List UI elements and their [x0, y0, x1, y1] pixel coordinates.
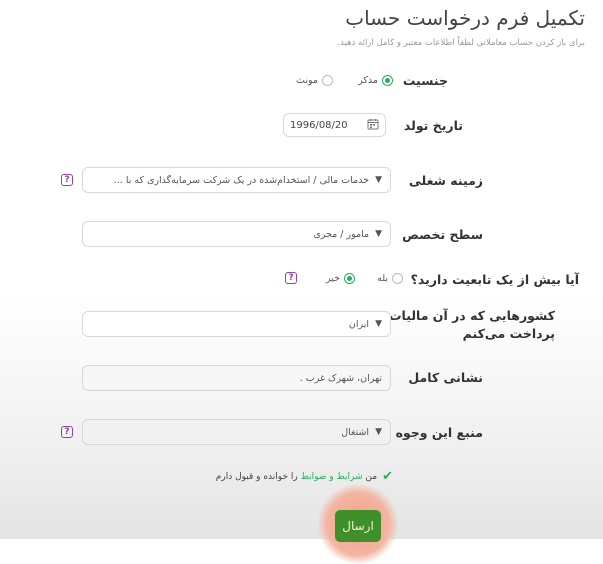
- page-subtitle: برای باز کردن حساب معاملاتی لطفاً اطلاعا…: [337, 38, 585, 48]
- address-label: نشانی کامل: [408, 370, 483, 385]
- citizenship-option-no[interactable]: خیر: [326, 273, 355, 284]
- citizenship-yes-label: بله: [377, 273, 388, 284]
- expertise-label: سطح تخصص: [402, 227, 483, 242]
- address-input[interactable]: تهران، شهرک غرب .: [82, 365, 391, 391]
- tax-countries-label-line1: کشورهایی که در آن مالیات: [388, 308, 555, 323]
- chevron-down-icon: ▼: [375, 229, 382, 239]
- occupation-label: زمینه شغلی: [408, 173, 483, 188]
- funds-source-label: منبع این وجوه: [395, 425, 483, 440]
- tax-countries-value: ایران: [348, 318, 370, 330]
- terms-link[interactable]: شرایط و ضوابط: [301, 472, 363, 482]
- terms-text: من شرایط و ضوابط را خوانده و قبول دارم: [216, 472, 377, 482]
- tax-countries-label-line2: پرداخت می‌کنم: [462, 326, 555, 341]
- terms-prefix: من: [362, 471, 378, 482]
- radio-selected-icon[interactable]: [344, 273, 355, 284]
- terms-row: ✔ من شرایط و ضوابط را خوانده و قبول دارم: [216, 469, 393, 484]
- chevron-down-icon: ▼: [375, 427, 382, 437]
- expertise-value: مامور / مجری: [313, 228, 370, 240]
- help-icon[interactable]: ?: [61, 174, 73, 186]
- gender-option-female[interactable]: مونث: [296, 75, 333, 86]
- page-title: تکمیل فرم درخواست حساب: [345, 6, 585, 30]
- terms-suffix: را خوانده و قبول دارم: [215, 471, 301, 482]
- gender-male-label: مذکر: [358, 75, 378, 86]
- address-value: تهران، شهرک غرب .: [299, 372, 382, 384]
- radio-empty-icon[interactable]: [392, 273, 403, 284]
- submit-button[interactable]: ارسال: [335, 510, 381, 542]
- birthdate-value: 1996/08/20: [290, 119, 348, 131]
- gender-label: جنسیت: [402, 73, 448, 88]
- citizenship-no-label: خیر: [326, 273, 340, 284]
- citizenship-label: آیا بیش از یک تابعیت دارید؟: [410, 272, 579, 287]
- chevron-down-icon: ▼: [375, 319, 382, 329]
- gender-option-male[interactable]: مذکر: [358, 75, 393, 86]
- expertise-select[interactable]: ▼ مامور / مجری: [82, 221, 391, 247]
- funds-source-select[interactable]: ▼ اشتغال: [82, 419, 391, 445]
- citizenship-option-yes[interactable]: بله: [377, 273, 403, 284]
- tax-countries-label: کشورهایی که در آن مالیات پرداخت می‌کنم: [389, 307, 555, 343]
- gender-female-label: مونث: [296, 75, 318, 86]
- birthdate-input[interactable]: 1996/08/20: [283, 113, 386, 137]
- birthdate-label: تاریخ تولد: [403, 118, 463, 133]
- radio-selected-icon[interactable]: [382, 75, 393, 86]
- occupation-select[interactable]: ▼ خدمات مالی / استخدام‌شده در یک شرکت سر…: [82, 167, 391, 193]
- chevron-down-icon: ▼: [375, 175, 382, 185]
- occupation-value: خدمات مالی / استخدام‌شده در یک شرکت سرما…: [113, 174, 370, 186]
- checkmark-icon[interactable]: ✔: [382, 469, 393, 484]
- calendar-icon[interactable]: [367, 118, 379, 133]
- funds-source-value: اشتغال: [341, 426, 370, 438]
- tax-countries-select[interactable]: ▼ ایران: [82, 311, 391, 337]
- help-icon[interactable]: ?: [61, 426, 73, 438]
- help-icon[interactable]: ?: [285, 272, 297, 284]
- radio-empty-icon[interactable]: [322, 75, 333, 86]
